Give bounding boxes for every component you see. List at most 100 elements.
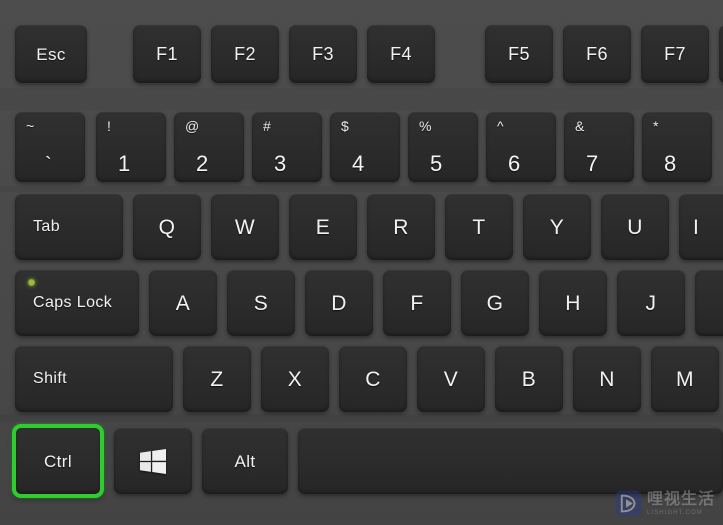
key-f7-label: F7 — [664, 44, 686, 64]
key-v[interactable]: V — [417, 346, 485, 412]
key-e[interactable]: E — [289, 194, 357, 260]
key-f4-label: F4 — [390, 44, 412, 64]
keyboard-screenshot: Esc F1 F2 F3 F4 F5 F6 F7 ~ ` ! 1 @ 2 # 3… — [0, 0, 723, 525]
key-digit-5-shift-label: % — [419, 118, 432, 134]
key-f2[interactable]: F2 — [211, 25, 279, 83]
key-d[interactable]: D — [305, 270, 373, 336]
key-e-label: E — [315, 215, 331, 239]
key-f4[interactable]: F4 — [367, 25, 435, 83]
key-y[interactable]: Y — [523, 194, 591, 260]
key-digit-6-shift-label: ^ — [497, 118, 504, 134]
key-n-label: N — [599, 367, 615, 391]
key-ctrl-left-label: Ctrl — [43, 451, 73, 471]
key-j[interactable]: J — [617, 270, 685, 336]
key-b-label: B — [521, 367, 537, 391]
key-f2-label: F2 — [234, 44, 256, 64]
key-backquote-shift-label: ~ — [26, 118, 35, 134]
key-digit-1-label: 1 — [118, 151, 131, 176]
key-m[interactable]: M — [651, 346, 719, 412]
key-u-label: U — [627, 215, 643, 239]
key-digit-8-shift-label: * — [653, 118, 659, 134]
key-c-label: C — [365, 367, 381, 391]
key-t[interactable]: T — [445, 194, 513, 260]
key-c[interactable]: C — [339, 346, 407, 412]
key-esc-label: Esc — [36, 44, 66, 64]
key-digit-6-label: 6 — [508, 151, 521, 176]
key-k-clipped[interactable] — [695, 270, 723, 336]
key-spacebar[interactable] — [298, 428, 723, 494]
key-i-clipped[interactable]: I — [679, 194, 723, 260]
deck-band-3 — [0, 414, 723, 422]
key-digit-5-label: 5 — [430, 151, 443, 176]
key-f1-label: F1 — [156, 44, 178, 64]
key-f3[interactable]: F3 — [289, 25, 357, 83]
key-h-label: H — [565, 291, 581, 315]
key-j-label: J — [645, 291, 657, 315]
key-h[interactable]: H — [539, 270, 607, 336]
key-f8-clipped[interactable] — [719, 25, 723, 83]
key-i-label: I — [693, 215, 700, 239]
watermark-logo-icon — [615, 490, 642, 517]
key-f-label: F — [410, 291, 424, 315]
key-digit-7[interactable]: & 7 — [564, 112, 634, 182]
key-digit-8[interactable]: * 8 — [642, 112, 712, 182]
key-digit-2[interactable]: @ 2 — [174, 112, 244, 182]
key-digit-6[interactable]: ^ 6 — [486, 112, 556, 182]
deck-band-2 — [0, 186, 723, 192]
key-digit-4-label: 4 — [352, 151, 365, 176]
key-u[interactable]: U — [601, 194, 669, 260]
key-caps-lock[interactable]: Caps Lock — [15, 270, 139, 336]
key-q-label: Q — [158, 215, 176, 239]
key-g[interactable]: G — [461, 270, 529, 336]
key-caps-lock-label: Caps Lock — [33, 294, 113, 311]
key-z-label: Z — [210, 367, 224, 391]
key-a-label: A — [175, 291, 191, 315]
key-w[interactable]: W — [211, 194, 279, 260]
key-digit-3-label: 3 — [274, 151, 287, 176]
key-s[interactable]: S — [227, 270, 295, 336]
key-v-label: V — [443, 367, 459, 391]
key-f6-label: F6 — [586, 44, 608, 64]
key-shift-left[interactable]: Shift — [15, 346, 173, 412]
key-digit-7-label: 7 — [586, 151, 599, 176]
caps-lock-led-icon — [28, 279, 35, 286]
key-backquote-label: ` — [45, 154, 53, 176]
key-b[interactable]: B — [495, 346, 563, 412]
key-digit-4[interactable]: $ 4 — [330, 112, 400, 182]
key-f5[interactable]: F5 — [485, 25, 553, 83]
key-f1[interactable]: F1 — [133, 25, 201, 83]
key-r[interactable]: R — [367, 194, 435, 260]
windows-logo-icon — [140, 448, 166, 474]
deck-band-1 — [0, 88, 723, 110]
key-esc[interactable]: Esc — [15, 25, 87, 83]
key-tab-label: Tab — [33, 218, 60, 235]
key-n[interactable]: N — [573, 346, 641, 412]
key-digit-1[interactable]: ! 1 — [96, 112, 166, 182]
key-digit-4-shift-label: $ — [341, 118, 350, 134]
key-w-label: W — [234, 215, 256, 239]
key-digit-5[interactable]: % 5 — [408, 112, 478, 182]
key-digit-7-shift-label: & — [575, 118, 585, 134]
key-f6[interactable]: F6 — [563, 25, 631, 83]
key-ctrl-left[interactable]: Ctrl — [12, 424, 104, 498]
key-m-label: M — [676, 367, 694, 391]
key-s-label: S — [253, 291, 269, 315]
key-x[interactable]: X — [261, 346, 329, 412]
key-digit-3-shift-label: # — [263, 118, 272, 134]
watermark-text-en: LISHIGHT.COM — [646, 509, 703, 516]
key-f[interactable]: F — [383, 270, 451, 336]
key-z[interactable]: Z — [183, 346, 251, 412]
key-q[interactable]: Q — [133, 194, 201, 260]
key-windows[interactable] — [114, 428, 192, 494]
key-f5-label: F5 — [508, 44, 530, 64]
key-a[interactable]: A — [149, 270, 217, 336]
key-tab[interactable]: Tab — [15, 194, 123, 260]
key-digit-2-shift-label: @ — [185, 118, 200, 134]
key-f7[interactable]: F7 — [641, 25, 709, 83]
key-x-label: X — [287, 367, 303, 391]
key-digit-3[interactable]: # 3 — [252, 112, 322, 182]
key-backquote[interactable]: ~ ` — [15, 112, 85, 182]
key-g-label: G — [486, 291, 504, 315]
site-watermark: 哩视生活 LISHIGHT.COM — [615, 490, 715, 517]
key-alt-left[interactable]: Alt — [202, 428, 288, 494]
